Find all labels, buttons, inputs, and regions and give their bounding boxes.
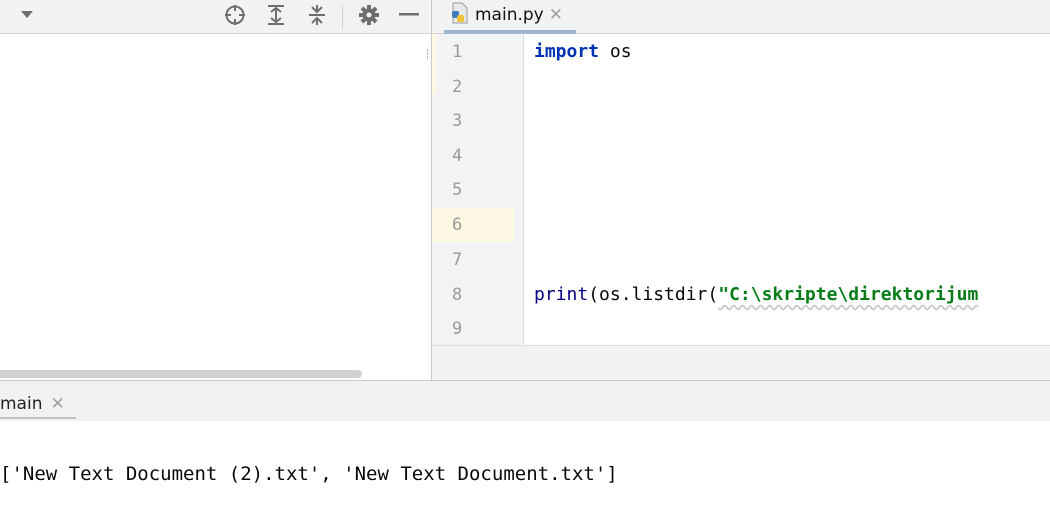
- line-number: 1: [452, 42, 463, 62]
- line-number: 3: [452, 111, 463, 131]
- line-number: 6: [452, 215, 463, 235]
- python-file-icon: [450, 2, 470, 29]
- code-text: (os.listdir(: [588, 284, 719, 305]
- tab-label: main.py: [475, 5, 544, 25]
- line-number: 4: [452, 146, 463, 166]
- code-line-1: import os: [534, 41, 632, 62]
- line-number: 8: [452, 285, 463, 305]
- project-toolbar: [0, 0, 431, 34]
- dropdown-arrow-icon[interactable]: [16, 0, 38, 30]
- collapse-all-icon[interactable]: [304, 0, 330, 30]
- horizontal-scrollbar[interactable]: [0, 370, 362, 378]
- line-number: 5: [452, 180, 463, 200]
- code-line-8: print(os.listdir("C:\skripte\direktoriju…: [534, 284, 978, 305]
- close-icon[interactable]: ✕: [50, 394, 64, 414]
- expand-all-icon[interactable]: [263, 0, 289, 30]
- tab-main-py[interactable]: main.py ✕: [444, 0, 569, 30]
- code-keyword: import: [534, 41, 600, 62]
- project-tree[interactable]: [0, 34, 431, 380]
- line-number: 9: [452, 319, 463, 339]
- active-tab-indicator: [0, 417, 76, 419]
- run-tab-bar: [0, 381, 1050, 421]
- close-icon[interactable]: ✕: [549, 5, 563, 25]
- code-text: os: [599, 41, 632, 62]
- hide-icon[interactable]: [396, 0, 422, 30]
- editor-footer: [432, 345, 1050, 381]
- run-tab-label: main: [0, 394, 43, 414]
- locate-icon[interactable]: [222, 0, 248, 30]
- tab-run-main[interactable]: main ✕: [0, 392, 65, 416]
- code-builtin: print: [534, 284, 589, 305]
- console-output: ['New Text Document (2).txt', 'New Text …: [0, 463, 618, 485]
- line-number: 7: [452, 250, 463, 270]
- gutter-highlight: [432, 34, 436, 94]
- line-number: 2: [452, 77, 463, 97]
- toolbar-separator: [342, 5, 343, 29]
- gear-icon[interactable]: [356, 0, 382, 30]
- code-string: "C:\skripte\direktorijum: [718, 284, 979, 305]
